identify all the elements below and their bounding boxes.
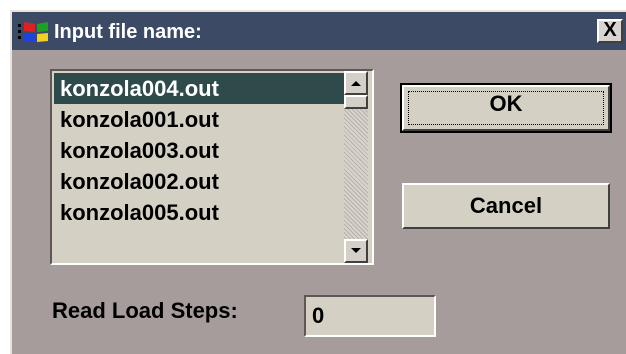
list-item[interactable]: konzola005.out [54, 197, 344, 228]
file-listbox[interactable]: konzola004.out konzola001.out konzola003.o… [50, 69, 374, 265]
close-button[interactable]: X [597, 19, 623, 43]
list-item[interactable]: konzola002.out [54, 166, 344, 197]
list-item[interactable]: konzola004.out [54, 73, 344, 104]
focus-rectangle [408, 91, 604, 125]
input-file-dialog: Input file name: X konzola004.out konzola… [10, 10, 626, 354]
file-list: konzola004.out konzola001.out konzola003.o… [54, 73, 344, 228]
list-item[interactable]: konzola001.out [54, 104, 344, 135]
ok-button[interactable]: OK [400, 83, 612, 133]
load-steps-label: Read Load Steps: [52, 298, 238, 323]
title-bar[interactable]: Input file name: X [12, 12, 626, 50]
arrow-up-icon [351, 81, 361, 86]
close-icon: X [603, 19, 617, 41]
cancel-button[interactable]: Cancel [402, 183, 610, 229]
cancel-button-label: Cancel [469, 193, 543, 218]
vertical-scrollbar[interactable] [344, 71, 368, 263]
list-item[interactable]: konzola003.out [54, 135, 344, 166]
windows-flag-icon [18, 22, 48, 42]
dialog-title: Input file name: [54, 21, 202, 43]
scroll-up-button[interactable] [344, 71, 368, 95]
scroll-thumb[interactable] [344, 95, 368, 109]
scroll-down-button[interactable] [344, 239, 368, 263]
load-steps-input[interactable] [304, 295, 436, 337]
arrow-down-icon [351, 248, 361, 253]
